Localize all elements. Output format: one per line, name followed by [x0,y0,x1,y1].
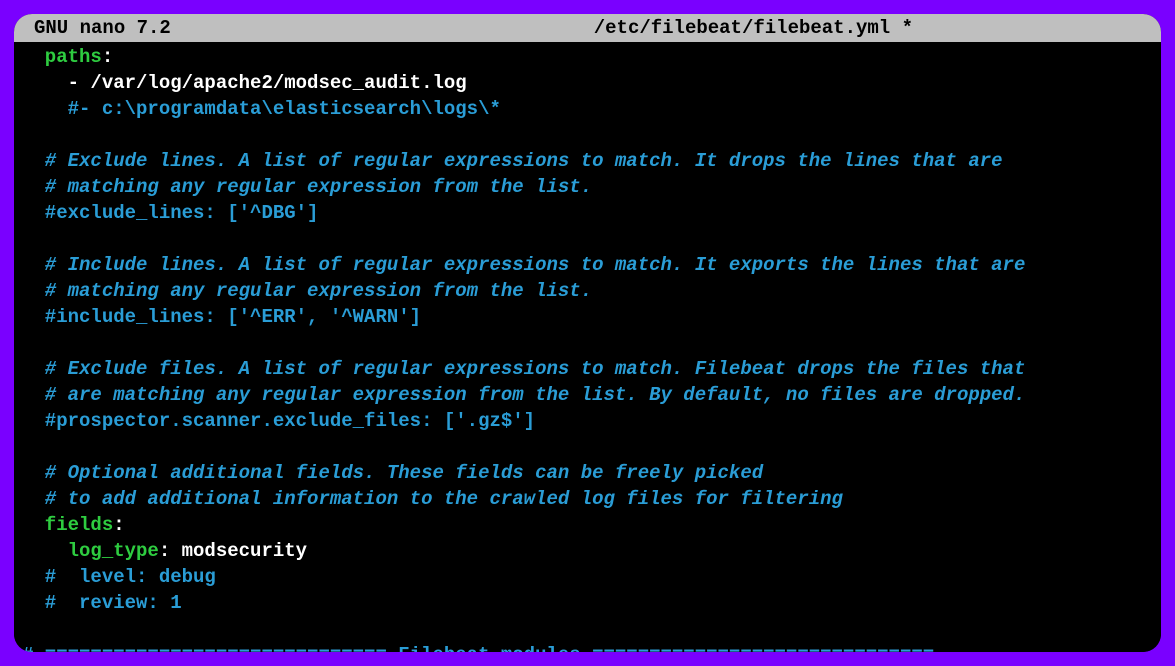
editor-viewport[interactable]: paths: - /var/log/apache2/modsec_audit.l… [14,42,1161,652]
yaml-comment: # level: debug [22,566,216,588]
yaml-comment: # are matching any regular expression fr… [22,384,1025,406]
yaml-comment: # matching any regular expression from t… [22,176,592,198]
app-name: GNU nano 7.2 [22,17,171,39]
yaml-key-fields: fields [22,514,113,536]
colon: : [113,514,124,536]
titlebar-gap [171,17,594,39]
yaml-comment: # Exclude lines. A list of regular expre… [22,150,1003,172]
yaml-value: : modsecurity [159,540,307,562]
yaml-comment: #prospector.scanner.exclude_files: ['.gz… [22,410,535,432]
nano-titlebar: GNU nano 7.2 /etc/filebeat/filebeat.yml … [14,14,1161,42]
yaml-comment: # Optional additional fields. These fiel… [22,462,763,484]
yaml-comment: # matching any regular expression from t… [22,280,592,302]
yaml-key-paths: paths [22,46,102,68]
yaml-comment: #- c:\programdata\elasticsearch\logs\* [22,98,501,120]
terminal-frame: GNU nano 7.2 /etc/filebeat/filebeat.yml … [8,8,1167,658]
yaml-comment: # review: 1 [22,592,182,614]
yaml-comment: # Exclude files. A list of regular expre… [22,358,1025,380]
yaml-section-header: # ============================== Filebea… [22,644,934,652]
yaml-comment: # to add additional information to the c… [22,488,843,510]
colon: : [102,46,113,68]
terminal-window: GNU nano 7.2 /etc/filebeat/filebeat.yml … [14,14,1161,652]
yaml-key-logtype: log_type [22,540,159,562]
file-path: /etc/filebeat/filebeat.yml * [594,17,1153,39]
yaml-comment: # Include lines. A list of regular expre… [22,254,1025,276]
yaml-comment: #include_lines: ['^ERR', '^WARN'] [22,306,421,328]
yaml-comment: #exclude_lines: ['^DBG'] [22,202,318,224]
yaml-value: - /var/log/apache2/modsec_audit.log [22,72,467,94]
